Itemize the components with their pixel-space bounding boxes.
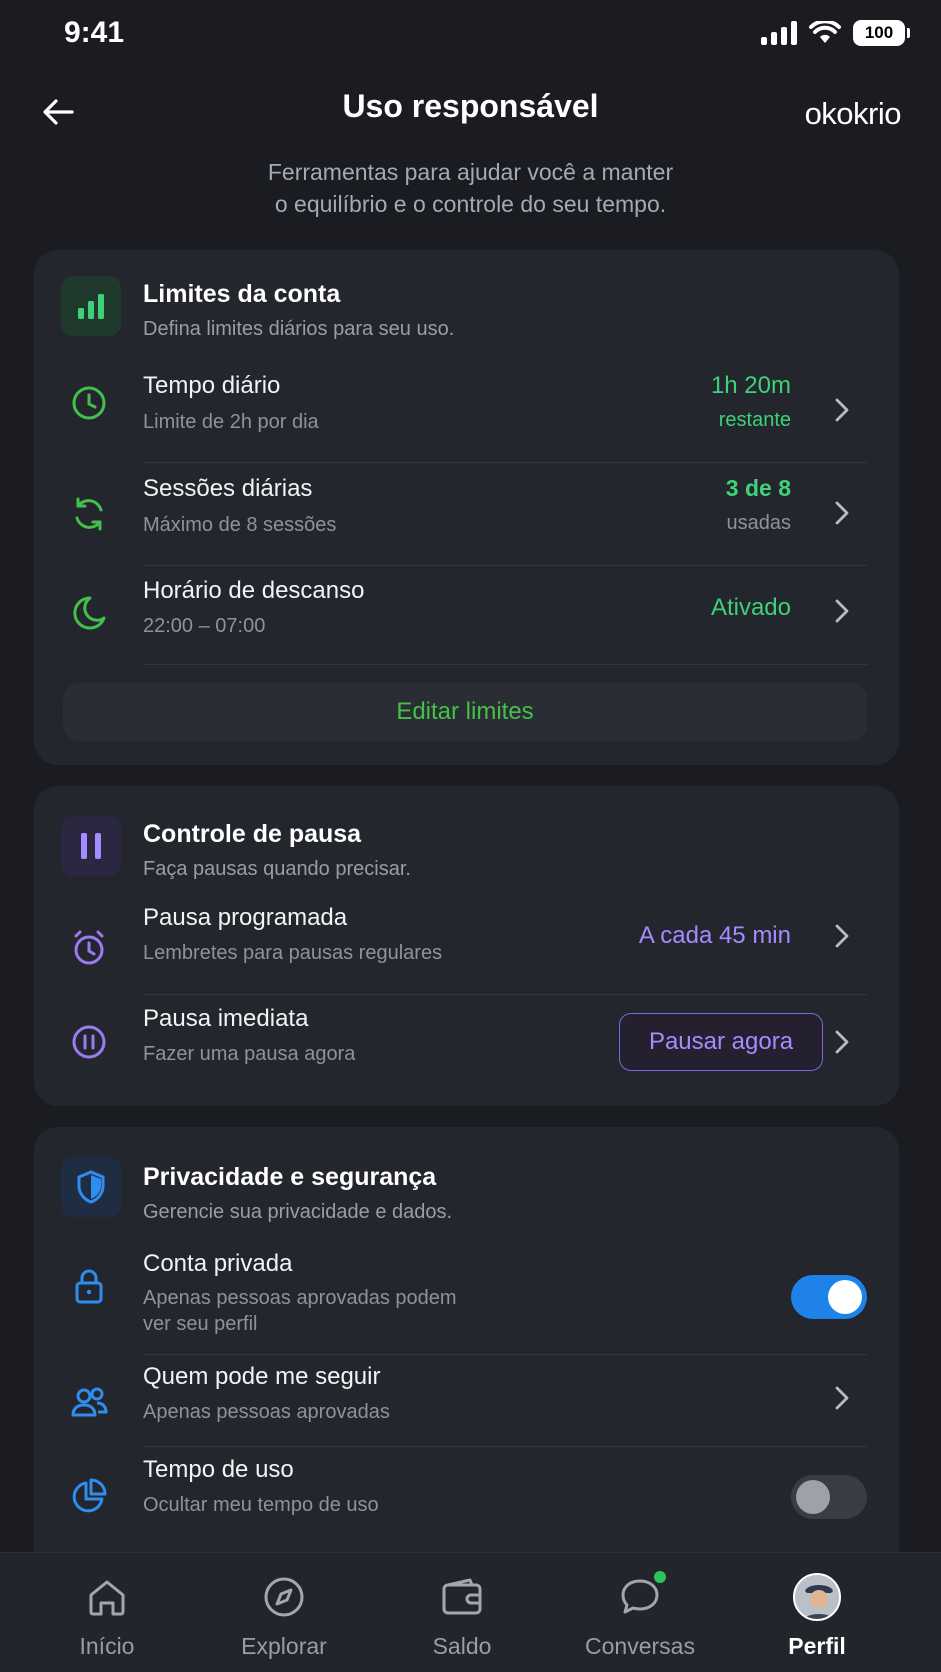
chevron-right-icon: [835, 1386, 849, 1410]
status-icons: 100: [761, 20, 910, 46]
bottom-nav: Início Explorar Saldo Conversas Perfil: [0, 1552, 941, 1672]
nav-item-perfil[interactable]: Perfil: [727, 1553, 907, 1672]
daily-time-value: 1h 20m: [710, 372, 791, 399]
private-account-subtitle-2: ver seu perfil: [143, 1313, 258, 1335]
toggle-knob: [796, 1480, 830, 1514]
pause-card-header: Controle de pausa Faça pausas quando pre…: [34, 786, 899, 896]
daily-time-title: Tempo diário: [143, 372, 281, 399]
bar-chart-icon: [61, 276, 121, 336]
nav-item-conversas[interactable]: Conversas: [550, 1553, 730, 1672]
moon-icon: [73, 596, 106, 630]
rest-hours-subtitle: 22:00 – 07:00: [143, 615, 266, 637]
scheduled-pause-value: A cada 45 min: [638, 922, 791, 949]
scheduled-pause-subtitle: Lembretes para pausas regulares: [143, 942, 443, 964]
private-account-row: Conta privada Apenas pessoas aprovadas p…: [34, 1247, 899, 1347]
immediate-pause-subtitle: Fazer uma pausa agora: [143, 1043, 356, 1065]
nav-label: Explorar: [241, 1633, 327, 1659]
chevron-right-icon: [835, 599, 849, 623]
nav-item-inicio[interactable]: Início: [17, 1553, 197, 1672]
who-can-follow-title: Quem pode me seguir: [143, 1363, 381, 1390]
chevron-right-icon: [835, 501, 849, 525]
divider: [143, 664, 867, 665]
nav-label: Saldo: [432, 1633, 492, 1659]
usage-time-toggle[interactable]: [791, 1475, 867, 1519]
status-time: 9:41: [64, 16, 125, 49]
chevron-right-icon: [835, 924, 849, 948]
daily-sessions-subtitle: Máximo de 8 sessões: [143, 514, 337, 536]
daily-sessions-row[interactable]: Sessões diárias Máximo de 8 sessões 3 de…: [34, 463, 899, 566]
private-account-toggle[interactable]: [791, 1275, 867, 1319]
pause-card: Controle de pausa Faça pausas quando pre…: [34, 786, 899, 1106]
private-account-subtitle-1: Apenas pessoas aprovadas podem: [143, 1287, 457, 1309]
privacy-title: Privacidade e segurança: [143, 1163, 437, 1191]
page-subtitle: Ferramentas para ajudar você a manter o …: [0, 156, 941, 220]
pause-title: Controle de pausa: [143, 820, 362, 848]
lock-icon: [75, 1269, 103, 1304]
refresh-icon: [75, 497, 103, 531]
status-bar: 9:41 100: [0, 0, 941, 70]
limits-card: Limites da conta Defina limites diários …: [34, 250, 899, 765]
immediate-pause-row: Pausa imediata Fazer uma pausa agora Pau…: [34, 995, 899, 1095]
privacy-card-header: Privacidade e segurança Gerencie sua pri…: [34, 1127, 899, 1237]
scheduled-pause-title: Pausa programada: [143, 904, 348, 931]
nav-label: Início: [79, 1633, 135, 1659]
rest-hours-value: Ativado: [710, 594, 791, 621]
wallet-icon: [442, 1578, 482, 1615]
daily-time-value-sub: restante: [718, 409, 791, 431]
pause-now-button[interactable]: Pausar agora: [619, 1013, 823, 1071]
private-account-title: Conta privada: [143, 1250, 293, 1277]
who-can-follow-subtitle: Apenas pessoas aprovadas: [143, 1401, 390, 1423]
nav-label: Perfil: [788, 1633, 846, 1659]
clock-icon: [72, 386, 106, 420]
avatar: [793, 1573, 841, 1621]
pie-chart-icon: [72, 1478, 107, 1513]
scheduled-pause-row[interactable]: Pausa programada Lembretes para pausas r…: [34, 904, 899, 1002]
usage-time-subtitle: Ocultar meu tempo de uso: [143, 1494, 379, 1516]
chevron-right-icon[interactable]: [833, 1029, 851, 1055]
notification-dot: [654, 1571, 666, 1583]
nav-item-saldo[interactable]: Saldo: [372, 1553, 552, 1672]
daily-sessions-title: Sessões diárias: [143, 475, 313, 502]
compass-icon: [264, 1577, 304, 1617]
subtitle-line-1: Ferramentas para ajudar você a manter: [267, 159, 674, 185]
signal-icon: [761, 21, 797, 45]
pause-icon: [61, 816, 121, 876]
chevron-right-icon: [835, 398, 849, 422]
rest-hours-row[interactable]: Horário de descanso 22:00 – 07:00 Ativad…: [34, 566, 899, 666]
brand-logo: okokrio: [804, 96, 902, 131]
wifi-icon: [809, 21, 841, 43]
daily-sessions-value-sub: usadas: [726, 512, 792, 534]
nav-label: Conversas: [585, 1633, 695, 1659]
daily-time-row[interactable]: Tempo diário Limite de 2h por dia 1h 20m…: [34, 360, 899, 463]
daily-sessions-value: 3 de 8: [725, 475, 791, 501]
rest-hours-title: Horário de descanso: [143, 577, 365, 604]
pause-description: Faça pausas quando precisar.: [143, 858, 411, 880]
shield-icon: [61, 1157, 121, 1217]
usage-time-row: Tempo de uso Ocultar meu tempo de uso: [34, 1447, 899, 1547]
toggle-knob: [828, 1280, 862, 1314]
limits-description: Defina limites diários para seu uso.: [143, 318, 455, 340]
daily-time-subtitle: Limite de 2h por dia: [143, 411, 319, 433]
users-icon: [71, 1387, 108, 1417]
page-title: Uso responsável: [342, 88, 599, 124]
screen: 9:41 100 Uso responsável okokrio Ferrame…: [0, 0, 941, 1672]
privacy-description: Gerencie sua privacidade e dados.: [143, 1201, 453, 1223]
pause-circle-icon: [72, 1025, 106, 1059]
home-icon: [89, 1580, 125, 1616]
immediate-pause-title: Pausa imediata: [143, 1005, 309, 1032]
limits-title: Limites da conta: [143, 280, 341, 308]
edit-limits-button[interactable]: Editar limites: [63, 683, 867, 741]
stopwatch-icon: [74, 930, 104, 965]
who-can-follow-row[interactable]: Quem pode me seguir Apenas pessoas aprov…: [34, 1355, 899, 1447]
limits-card-header: Limites da conta Defina limites diários …: [34, 250, 899, 360]
battery-icon: 100: [853, 20, 910, 46]
subtitle-line-2: o equilíbrio e o controle do seu tempo.: [274, 191, 667, 217]
usage-time-title: Tempo de uso: [143, 1456, 294, 1483]
nav-item-explorar[interactable]: Explorar: [194, 1553, 374, 1672]
